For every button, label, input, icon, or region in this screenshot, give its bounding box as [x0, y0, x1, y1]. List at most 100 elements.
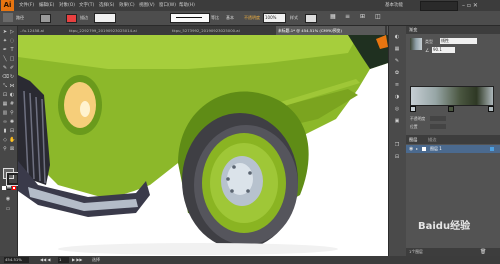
mesh-tool-icon[interactable]: # [9, 101, 15, 107]
layer-name[interactable]: 图层 1 [430, 145, 442, 153]
menu-file[interactable]: 文件(F) [19, 0, 34, 11]
expand-arrow-icon[interactable]: ▸ [416, 145, 418, 153]
menu-effect[interactable]: 效果(C) [119, 0, 135, 11]
style-swatch[interactable] [305, 14, 317, 23]
lasso-icon[interactable]: ◌ [9, 38, 15, 44]
zoom-field[interactable]: 454.51% [4, 257, 29, 263]
menu-edit[interactable]: 编辑(E) [39, 0, 54, 11]
scale-tool-icon[interactable]: ⤡ [2, 83, 8, 89]
menu-type[interactable]: 文字(T) [79, 0, 94, 11]
blend-tool-icon[interactable]: ∞ [2, 119, 8, 125]
gradient-stop[interactable] [448, 106, 454, 112]
appearance-panel-icon[interactable]: ◎ [394, 106, 400, 112]
gradient-stop[interactable] [410, 106, 416, 112]
layers-panel-icon[interactable]: ❐ [394, 142, 400, 148]
menu-window[interactable]: 窗口(W) [159, 0, 176, 11]
slice-tool-icon[interactable]: ◇ [2, 137, 8, 143]
screen-mode-icon[interactable]: ▭ [5, 206, 11, 212]
gradient-stop[interactable] [488, 106, 494, 112]
artboard-tool-icon[interactable]: ⊟ [9, 128, 15, 134]
draw-mode-icon[interactable]: ◉ [5, 196, 11, 202]
gradient-type-label: 类型 [425, 39, 433, 44]
none-mode-icon[interactable] [12, 186, 16, 190]
swatches-panel-icon[interactable]: ▦ [394, 46, 400, 52]
grid-icon[interactable]: ▦ [330, 13, 338, 21]
page-nav-arrows[interactable]: ◀◀ ◀ [40, 256, 51, 264]
brush-tool-icon[interactable]: ✎ [2, 65, 8, 71]
symbols-panel-icon[interactable]: ✿ [394, 70, 400, 76]
stroke-label: 描边 [80, 15, 88, 20]
graphic-styles-icon[interactable]: ▣ [394, 118, 400, 124]
pencil-tool-icon[interactable]: ✐ [9, 65, 15, 71]
color-mode-icon[interactable] [2, 186, 6, 190]
selection-indicator [3, 13, 13, 22]
magic-wand-icon[interactable]: ✦ [2, 38, 8, 44]
selection-tool-icon[interactable]: ➤ [2, 29, 8, 35]
stroke-line-preview [176, 17, 202, 18]
tab-layers[interactable]: 图层 [409, 135, 417, 144]
rectangle-tool-icon[interactable]: □ [9, 56, 15, 62]
pen-tool-icon[interactable]: ✒ [2, 47, 8, 53]
path-label: 路径 [16, 15, 24, 20]
menu-object[interactable]: 对象(O) [59, 0, 75, 11]
search-field[interactable] [420, 1, 458, 11]
stroke-panel-icon[interactable]: ≡ [394, 82, 400, 88]
tab-document-2[interactable]: tkpu_2292799_20190923025014.ai [67, 26, 173, 35]
eraser-tool-icon[interactable]: ⌫ [2, 74, 9, 80]
direct-selection-tool-icon[interactable]: ▷ [9, 29, 15, 35]
transparency-panel-icon[interactable]: ◑ [394, 94, 400, 100]
hand-tool-icon[interactable]: ✋ [9, 137, 15, 143]
eyedropper-icon[interactable]: ⚲ [9, 110, 15, 116]
gradient-panel-title[interactable]: 渐变 [406, 26, 500, 34]
tab-document-active[interactable]: 未标题-1* @ 454.51% (CMYK/预览) [276, 26, 385, 35]
print-tiling-icon[interactable]: ⊠ [9, 146, 15, 152]
tab-document-3[interactable]: tkpu_5273992_20190923025000.ai [170, 26, 279, 35]
opacity-label[interactable]: 不透明度 [244, 13, 260, 22]
stroke-weight-field[interactable] [94, 13, 116, 23]
eye-icon[interactable]: ◉ [409, 145, 413, 153]
menu-select[interactable]: 选择(S) [99, 0, 114, 11]
width-tool-icon[interactable]: ⋈ [9, 83, 15, 89]
artboard-canvas[interactable] [18, 35, 388, 256]
gradient-position-field[interactable] [430, 124, 446, 129]
line-tool-icon[interactable]: ╲ [2, 56, 8, 62]
align-icon[interactable]: ≡ [345, 13, 353, 21]
layer-row[interactable] [406, 145, 500, 153]
free-transform-icon[interactable]: ⊡ [2, 92, 8, 98]
perspective-grid-icon[interactable]: ▦ [2, 101, 8, 107]
menu-help[interactable]: 帮助(H) [179, 0, 195, 11]
gradient-preview-swatch[interactable] [410, 38, 422, 50]
page-field[interactable]: 1 [58, 257, 69, 263]
stroke-profile-select[interactable] [170, 13, 210, 23]
menu-view[interactable]: 视图(V) [139, 0, 155, 11]
opacity-field[interactable]: 100% [263, 13, 286, 23]
color-panel-icon[interactable]: ◐ [394, 34, 400, 40]
graph-tool-icon[interactable]: ▮ [2, 128, 8, 134]
gradient-tool-icon[interactable]: ▥ [2, 110, 8, 116]
app-logo: Ai [1, 0, 14, 11]
gradient-opacity-field[interactable] [430, 116, 446, 121]
angle-icon: ∠ [425, 48, 430, 54]
tab-document-1[interactable]: ..fu.12458.ai [18, 26, 70, 35]
symbol-sprayer-icon[interactable]: ✺ [9, 119, 15, 125]
workspace-switcher[interactable]: 基本功能 [385, 0, 403, 11]
page-nav-next[interactable]: ▶ ▶▶ [72, 256, 83, 264]
isolate-icon[interactable]: ◫ [375, 13, 383, 21]
rotate-tool-icon[interactable]: ↻ [9, 74, 15, 80]
shape-builder-icon[interactable]: ◐ [9, 92, 15, 98]
gradient-slider[interactable] [410, 86, 494, 106]
brushes-panel-icon[interactable]: ✎ [394, 58, 400, 64]
type-tool-icon[interactable]: T [9, 47, 15, 53]
gradient-position-label: 位置 [410, 124, 418, 129]
window-controls[interactable]: – ▫ ✕ [462, 1, 478, 10]
zoom-tool-icon[interactable]: ⚲ [2, 146, 8, 152]
artboards-panel-icon[interactable]: ⊟ [394, 154, 400, 160]
gradient-type-select[interactable]: 线性 [440, 38, 477, 44]
transform-icon[interactable]: ⊞ [360, 13, 368, 21]
angle-field[interactable]: 90.1 [432, 47, 455, 53]
fill-swatch[interactable] [40, 14, 51, 23]
gradient-mode-icon[interactable] [7, 186, 11, 190]
tab-stroke[interactable]: 描边 [428, 135, 436, 144]
stroke-swatch[interactable] [66, 14, 77, 23]
trash-icon[interactable]: 🗑 [480, 248, 486, 256]
